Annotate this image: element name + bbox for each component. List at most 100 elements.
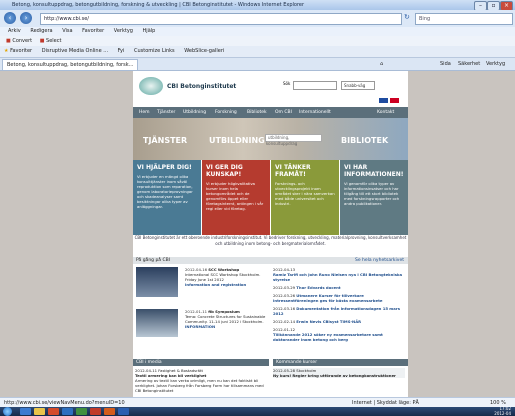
list-item[interactable]: 2012-03-16 Dokumentation från informatio… (273, 306, 405, 316)
menu-redigera[interactable]: Redigera (30, 28, 52, 34)
search-input[interactable]: Bing (415, 13, 513, 25)
fib-symposium-image[interactable] (136, 309, 178, 337)
site-brand[interactable]: CBI Betonginstitutet (167, 83, 236, 90)
news-title: Erwin Nevis CBIsyst TIMS-NÄR (296, 319, 362, 324)
back-button[interactable]: ‹ (4, 12, 16, 24)
promo-columns: VI HJÄLPER DIG! Vi erbjuder en mängd oli… (133, 160, 408, 235)
menu-visa[interactable]: Visa (62, 28, 72, 34)
nav-utbildning[interactable]: Utbildning (183, 107, 206, 118)
quick-select[interactable]: Snabb-väg (341, 81, 375, 90)
course-title: Ny kurs! Regler kring utförande av beton… (273, 373, 396, 378)
favorite-item-webslice[interactable]: WebSlice-galleri (184, 48, 224, 54)
system-clock[interactable]: 17:02 2012-04 (494, 406, 511, 416)
start-button-icon[interactable] (3, 407, 12, 416)
list-item[interactable]: 2012-03-26 Utmanere Kurser för tillverka… (273, 293, 405, 303)
nav-internationellt[interactable]: Internationellt (299, 107, 331, 118)
menu-bar: Arkiv Redigera Visa Favoriter Verktyg Hj… (0, 27, 515, 36)
folder-taskbar-icon[interactable] (34, 408, 45, 415)
language-flags-icon[interactable] (379, 98, 399, 103)
promo-text: Vi genomför olika typer av informationsi… (344, 181, 400, 206)
site-header: CBI Betonginstitutet Sök Snabb-väg (133, 71, 408, 107)
course-item[interactable]: 2012-05-28 Stockholm Ny kurs! Regler kri… (273, 368, 405, 378)
news-date: 2012-03-29 (273, 285, 296, 290)
clock-date: 2012-04 (494, 410, 511, 416)
site-nav: Hem Tjänster Utbildning Forskning Biblio… (133, 107, 408, 118)
menu-hjalp[interactable]: Hjälp (143, 28, 156, 34)
media-taskbar-icon[interactable] (48, 408, 59, 415)
scc-workshop-image[interactable] (136, 267, 178, 297)
banner-tjanster[interactable]: TJÄNSTER (143, 136, 187, 145)
news-link[interactable]: INFORMATION (185, 324, 215, 329)
promo-column-forskning[interactable]: VI TÄNKER FRAMÅT! Forsknings- och utveck… (271, 160, 339, 235)
media-heading: CBI i media (136, 360, 162, 365)
command-sida[interactable]: Sida (440, 58, 451, 70)
news-item-left: 2012-01-11 fib Symposium Tema: Concrete … (185, 309, 270, 329)
word-taskbar-icon[interactable] (118, 408, 129, 415)
courses-heading: Kommande kurser (276, 360, 318, 365)
news-archive-link[interactable]: Se hela nyhetsarkivet (355, 257, 404, 264)
command-sakerhet[interactable]: Säkerhet (458, 58, 480, 70)
menu-verktyg[interactable]: Verktyg (114, 28, 133, 34)
address-input[interactable]: http://www.cbi.se/ (40, 13, 402, 25)
news-header: På gång på CBI Se hela nyhetsarkivet (133, 257, 408, 264)
tab-label: Betong, konsultuppdrag, betongutbildning… (7, 62, 134, 68)
powerpoint-taskbar-icon[interactable] (104, 408, 115, 415)
banner-bibliotek[interactable]: BIBLIOTEK (341, 136, 388, 145)
promo-column-tjanster[interactable]: VI HJÄLPER DIG! Vi erbjuder en mängd oli… (133, 160, 201, 235)
news-section: 2012-04-16 SCC Workshop International SC… (133, 264, 408, 359)
list-item[interactable]: 2012-02-14 Erwin Nevis CBIsyst TIMS-NÄR (273, 319, 405, 324)
promo-heading: VI TÄNKER FRAMÅT! (275, 164, 311, 178)
menu-arkiv[interactable]: Arkiv (8, 28, 21, 34)
nav-om-cbi[interactable]: Om CBI (275, 107, 292, 118)
favorite-item-fyi[interactable]: Fyi (118, 48, 125, 54)
site-search-input[interactable] (293, 81, 337, 90)
media-header: CBI i media (133, 359, 269, 366)
banner-search-text: utbildning, konsultuppdrag (266, 135, 298, 146)
search-label: Sök (283, 81, 291, 86)
favorites-bar: ★ Favoriter Disruptive Media Online ... … (0, 46, 515, 58)
nav-forskning[interactable]: Forskning (215, 107, 237, 118)
acrobat-taskbar-icon[interactable] (90, 408, 101, 415)
list-item[interactable]: 2012-01-12 Tillkännande 2012 söker ny exa… (273, 327, 405, 342)
convert-button[interactable]: Convert (12, 38, 32, 44)
news-item-left: 2012-04-16 SCC Workshop International SC… (185, 267, 270, 287)
intro-paragraph: CBI Betonginstitutet är ett oberoende in… (134, 235, 407, 246)
outlook-taskbar-icon[interactable] (62, 408, 73, 415)
home-icon[interactable]: ⌂ (380, 58, 383, 70)
favorite-item-customize[interactable]: Customize Links (134, 48, 175, 54)
banner-search-input[interactable]: utbildning, konsultuppdrag (265, 134, 322, 146)
nav-bibliotek[interactable]: Bibliotek (247, 107, 267, 118)
favorites-button[interactable]: Favoriter (10, 48, 32, 54)
star-icon: ★ (4, 48, 9, 54)
promo-column-bibliotek[interactable]: VI HAR INFORMATIONEN! Vi genomför olika … (340, 160, 408, 235)
window-title: Betong, konsultuppdrag, betongutbildning… (12, 2, 305, 8)
favorite-item-disruptive[interactable]: Disruptive Media Online ... (42, 48, 108, 54)
command-verktyg[interactable]: Verktyg (486, 58, 505, 70)
cbi-logo[interactable] (139, 77, 163, 95)
tab-cbi[interactable]: Betong, konsultuppdrag, betongutbildning… (2, 59, 138, 71)
quick-select-value: Snabb-väg (344, 83, 366, 88)
banner-utbildning[interactable]: UTBILDNING (209, 136, 265, 145)
list-item[interactable]: 2012-04-13 Ramiz Tarifi och John Runo Nie… (273, 267, 405, 282)
forward-button[interactable]: › (20, 12, 32, 24)
nav-hem[interactable]: Hem (139, 107, 150, 118)
news-list-right: 2012-04-13 Ramiz Tarifi och John Runo Nie… (273, 264, 405, 357)
media-text: Armering av textil kan verka orimligt, m… (135, 378, 264, 393)
promo-column-utbildning[interactable]: VI GER DIG KUNSKAP! Vi erbjuder högkvali… (202, 160, 270, 235)
promo-text: Vi erbjuder en mängd olika konsulttjänst… (137, 174, 193, 209)
nav-kontakt[interactable]: Kontakt (377, 107, 394, 118)
excel-taskbar-icon[interactable] (76, 408, 87, 415)
select-button[interactable]: Select (46, 38, 61, 44)
taskbar: 17:02 2012-04 (0, 406, 515, 416)
toolbar: ■ Convert ■ Select (0, 36, 515, 46)
media-item[interactable]: 2012-04-11 Fastighet & Bostadsrätt Texti… (135, 368, 267, 393)
news-link[interactable]: Information and registration (185, 282, 246, 287)
ie-taskbar-icon[interactable] (20, 408, 31, 415)
nav-tjanster[interactable]: Tjänster (157, 107, 175, 118)
page-viewport: CBI Betonginstitutet Sök Snabb-väg Hem T… (0, 71, 515, 397)
refresh-icon[interactable]: ↻ (404, 13, 410, 21)
news-text: International SCC Workshop Stockholm. Fr… (185, 272, 261, 282)
menu-favoriter[interactable]: Favoriter (82, 28, 104, 34)
bottom-section: CBI i media 2012-04-11 Fastighet & Bosta… (133, 359, 408, 397)
list-item[interactable]: 2012-03-29 Thor Edvards docent (273, 285, 405, 290)
